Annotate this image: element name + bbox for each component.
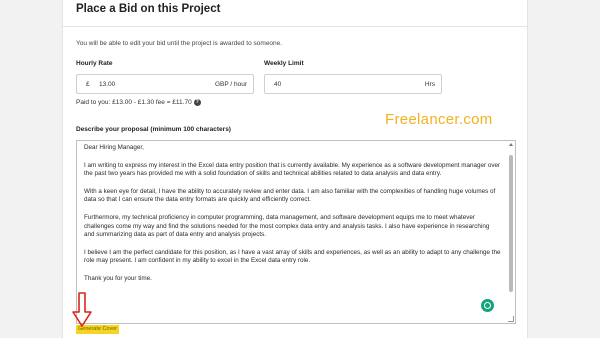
hourly-rate-value: 13.00 xyxy=(99,81,116,88)
proposal-paragraph: Thank you for your time. xyxy=(84,274,152,282)
textarea-scrollbar[interactable] xyxy=(508,142,514,322)
resize-handle-icon[interactable] xyxy=(508,316,514,322)
paid-to-you-value: Paid to you: £13.00 - £1.30 fee = £11.70 xyxy=(76,99,192,107)
proposal-paragraph: I am writing to express my interest in t… xyxy=(84,161,501,178)
proposal-paragraph: Dear Hiring Manager, xyxy=(84,144,144,151)
proposal-text: Dear Hiring Manager, I am writing to exp… xyxy=(84,144,501,293)
panel-title: Place a Bid on this Project xyxy=(76,3,221,15)
red-arrow-down-icon xyxy=(72,292,92,327)
edit-note: You will be able to edit your bid until … xyxy=(76,40,283,47)
currency-symbol: £ xyxy=(86,81,90,88)
proposal-paragraph: Furthermore, my technical proficiency in… xyxy=(84,213,490,239)
grammar-checker-icon[interactable] xyxy=(481,299,494,312)
help-icon[interactable]: ? xyxy=(193,99,201,106)
weekly-limit-input[interactable]: 40 Hrs xyxy=(264,74,442,94)
hourly-rate-label: Hourly Rate xyxy=(76,60,113,67)
bid-panel: Place a Bid on this Project You will be … xyxy=(62,0,528,338)
hourly-rate-input[interactable]: £ 13.00 GBP / hour xyxy=(76,74,254,94)
proposal-paragraph: With a keen eye for detail, I have the a… xyxy=(84,187,496,204)
weekly-limit-value: 40 xyxy=(274,81,282,88)
weekly-limit-unit: Hrs xyxy=(424,81,435,88)
paid-to-you-text: Paid to you: £13.00 - £1.30 fee = £11.70… xyxy=(76,99,201,106)
hourly-rate-unit: GBP / hour xyxy=(214,81,247,88)
proposal-label: Describe your proposal (minimum 100 char… xyxy=(76,126,231,133)
weekly-limit-label: Weekly Limit xyxy=(264,60,304,67)
proposal-textarea[interactable]: Dear Hiring Manager, I am writing to exp… xyxy=(76,140,516,324)
scroll-up-arrow-icon[interactable] xyxy=(509,143,513,146)
title-divider xyxy=(63,26,527,27)
proposal-paragraph: I believe I am the perfect candidate for… xyxy=(84,248,501,265)
scrollbar-thumb[interactable] xyxy=(509,155,513,292)
freelancer-watermark: Freelancer.com xyxy=(385,111,493,128)
